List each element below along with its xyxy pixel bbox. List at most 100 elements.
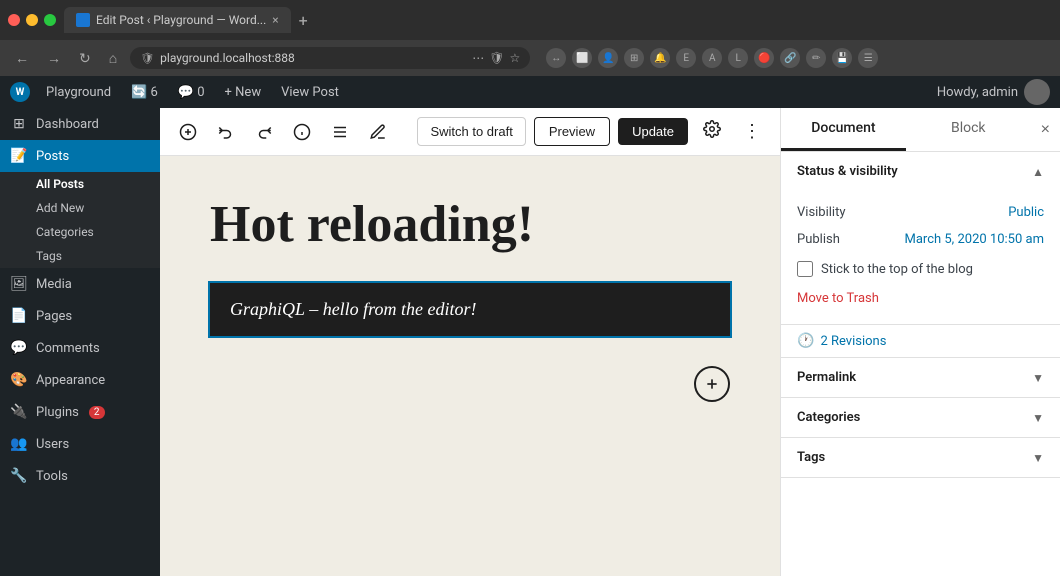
close-window-dot[interactable] bbox=[8, 14, 20, 26]
dashboard-icon: ⊞ bbox=[10, 116, 28, 132]
list-view-button[interactable] bbox=[324, 117, 356, 147]
sidebar-item-plugins[interactable]: 🔌 Plugins 2 bbox=[0, 396, 160, 428]
sidebar-item-appearance[interactable]: 🎨 Appearance bbox=[0, 364, 160, 396]
admin-bar-updates[interactable]: 🔄 6 bbox=[127, 83, 162, 102]
save-icon[interactable]: 💾 bbox=[832, 48, 852, 68]
minimize-window-dot[interactable] bbox=[26, 14, 38, 26]
status-visibility-header[interactable]: Status & visibility ▲ bbox=[781, 152, 1060, 191]
panel-close-button[interactable]: × bbox=[1031, 108, 1060, 151]
sidebar-item-media[interactable]: 🖼 Media bbox=[0, 268, 160, 300]
panel-section-status: Status & visibility ▲ Visibility Public … bbox=[781, 152, 1060, 325]
publish-value[interactable]: March 5, 2020 10:50 am bbox=[904, 232, 1044, 247]
back-button[interactable]: ← bbox=[10, 47, 34, 69]
permalink-chevron-icon: ▼ bbox=[1032, 371, 1044, 385]
browser-tab[interactable]: Edit Post ‹ Playground — Word... × bbox=[64, 7, 291, 33]
publish-row: Publish March 5, 2020 10:50 am bbox=[797, 226, 1044, 253]
bookmark-icon: 🛡 bbox=[489, 51, 504, 65]
sidebar-item-dashboard[interactable]: ⊞ Dashboard bbox=[0, 108, 160, 140]
admin-avatar[interactable] bbox=[1024, 79, 1050, 105]
wp-logo[interactable]: W bbox=[10, 82, 30, 102]
admin-bar-comments[interactable]: 💬 0 bbox=[174, 83, 209, 102]
forward-button[interactable]: → bbox=[42, 47, 66, 69]
undo-button[interactable] bbox=[210, 117, 242, 147]
more-options-button[interactable]: ⋮ bbox=[736, 115, 768, 148]
visibility-value[interactable]: Public bbox=[1008, 205, 1044, 220]
editor-area: Switch to draft Preview Update ⋮ Hot rel… bbox=[160, 108, 780, 576]
preview-button[interactable]: Preview bbox=[534, 117, 610, 146]
address-bar-row: ← → ↻ ⌂ 🛡 playground.localhost:888 ⋯ 🛡 ☆… bbox=[0, 40, 1060, 76]
refresh-button[interactable]: ↻ bbox=[74, 47, 96, 70]
categories-header[interactable]: Categories ▼ bbox=[781, 398, 1060, 437]
sidebar-submenu-tags[interactable]: Tags bbox=[0, 244, 160, 268]
stick-to-top-checkbox[interactable] bbox=[797, 261, 813, 277]
address-bar[interactable]: 🛡 playground.localhost:888 ⋯ 🛡 ☆ bbox=[130, 47, 530, 69]
move-to-trash-link[interactable]: Move to Trash bbox=[797, 291, 879, 306]
menu-icon[interactable]: ☰ bbox=[858, 48, 878, 68]
sidebar-item-label-posts: Posts bbox=[36, 149, 69, 164]
panel-section-permalink: Permalink ▼ bbox=[781, 358, 1060, 398]
home-button[interactable]: ⌂ bbox=[104, 47, 122, 69]
sidebar-item-label-appearance: Appearance bbox=[36, 373, 105, 388]
updates-icon: 🔄 bbox=[131, 85, 147, 100]
sidebar-submenu-add-new[interactable]: Add New bbox=[0, 196, 160, 220]
grid-icon[interactable]: ⊞ bbox=[624, 48, 644, 68]
sidebar-item-users[interactable]: 👥 Users bbox=[0, 428, 160, 460]
add-block-button[interactable] bbox=[172, 117, 204, 147]
sidebar-item-pages[interactable]: 📄 Pages bbox=[0, 300, 160, 332]
tab-document[interactable]: Document bbox=[781, 108, 906, 151]
update-button[interactable]: Update bbox=[618, 118, 688, 145]
sidebar-submenu-all-posts[interactable]: All Posts bbox=[0, 172, 160, 196]
admin-bar-new[interactable]: + New bbox=[221, 83, 266, 102]
sidebar-item-label-pages: Pages bbox=[36, 309, 72, 324]
switch-to-draft-button[interactable]: Switch to draft bbox=[417, 117, 525, 146]
sync-icon[interactable]: ↔ bbox=[546, 48, 566, 68]
info-button[interactable] bbox=[286, 117, 318, 147]
ext4-icon[interactable]: 🔴 bbox=[754, 48, 774, 68]
star-icon: ☆ bbox=[509, 51, 520, 65]
sidebar-item-label-dashboard: Dashboard bbox=[36, 117, 99, 132]
tab-favicon bbox=[76, 13, 90, 27]
sidebar-item-posts[interactable]: 📝 Posts bbox=[0, 140, 160, 172]
url-text: playground.localhost:888 bbox=[160, 51, 466, 65]
admin-bar-view-post[interactable]: View Post bbox=[277, 83, 343, 102]
security-icon: 🛡 bbox=[140, 52, 154, 65]
ext3-icon[interactable]: L bbox=[728, 48, 748, 68]
ext5-icon[interactable]: 🔗 bbox=[780, 48, 800, 68]
revisions-row[interactable]: 🕐 2 Revisions bbox=[781, 325, 1060, 358]
notification-icon[interactable]: 🔔 bbox=[650, 48, 670, 68]
redo-button[interactable] bbox=[248, 117, 280, 147]
profile-icon[interactable]: 👤 bbox=[598, 48, 618, 68]
ext6-icon[interactable]: ✏ bbox=[806, 48, 826, 68]
admin-bar-site-name[interactable]: Playground bbox=[42, 83, 115, 102]
post-title[interactable]: Hot reloading! bbox=[210, 196, 730, 253]
editor-canvas[interactable]: Hot reloading! GraphiQL – hello from the… bbox=[160, 156, 780, 576]
add-block-canvas-button[interactable] bbox=[694, 366, 730, 402]
settings-button[interactable] bbox=[696, 114, 728, 149]
permalink-header[interactable]: Permalink ▼ bbox=[781, 358, 1060, 397]
fullscreen-window-dot[interactable] bbox=[44, 14, 56, 26]
publish-label: Publish bbox=[797, 232, 840, 247]
tab-close-button[interactable]: × bbox=[272, 13, 278, 27]
new-tab-button[interactable]: + bbox=[299, 11, 308, 30]
panel-section-categories: Categories ▼ bbox=[781, 398, 1060, 438]
wp-admin-bar: W Playground 🔄 6 💬 0 + New View Post How… bbox=[0, 76, 1060, 108]
post-block-graphiql[interactable]: GraphiQL – hello from the editor! bbox=[210, 283, 730, 336]
tags-header[interactable]: Tags ▼ bbox=[781, 438, 1060, 477]
tab-block[interactable]: Block bbox=[906, 108, 1031, 151]
tab-icon[interactable]: ⬜ bbox=[572, 48, 592, 68]
sidebar-item-label-plugins: Plugins bbox=[36, 405, 79, 420]
ext1-icon[interactable]: E bbox=[676, 48, 696, 68]
panel-tabs: Document Block × bbox=[781, 108, 1060, 152]
tools-button[interactable] bbox=[362, 117, 394, 147]
sidebar-item-tools[interactable]: 🔧 Tools bbox=[0, 460, 160, 492]
permalink-heading: Permalink bbox=[797, 370, 856, 385]
tools-icon: 🔧 bbox=[10, 468, 28, 484]
panel-content: Status & visibility ▲ Visibility Public … bbox=[781, 152, 1060, 576]
ext2-icon[interactable]: A bbox=[702, 48, 722, 68]
howdy-text: Howdy, admin bbox=[937, 85, 1018, 100]
sidebar-submenu-categories[interactable]: Categories bbox=[0, 220, 160, 244]
sidebar-item-comments[interactable]: 💬 Comments bbox=[0, 332, 160, 364]
extensions-icon: ⋯ bbox=[472, 51, 484, 65]
admin-bar-right: Howdy, admin bbox=[937, 79, 1050, 105]
browser-toolbar-icons: ↔ ⬜ 👤 ⊞ 🔔 E A L 🔴 🔗 ✏ 💾 ☰ bbox=[546, 48, 878, 68]
